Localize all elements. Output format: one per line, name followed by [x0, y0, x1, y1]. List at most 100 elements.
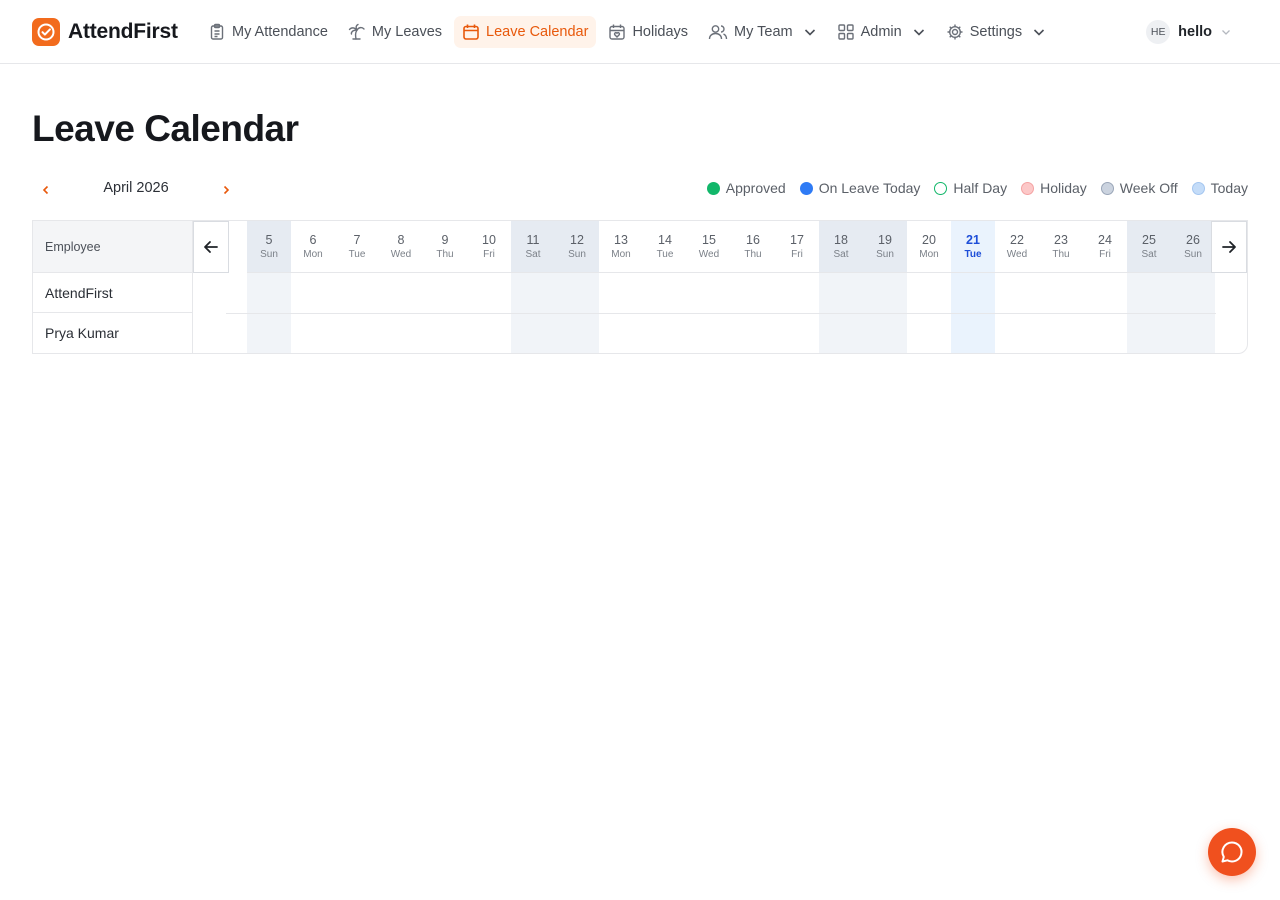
day-header: 19 Sun [863, 221, 907, 273]
previous-month-button[interactable] [37, 181, 55, 199]
nav-label: My Team [734, 24, 793, 40]
legend-today: Today [1191, 180, 1248, 196]
day-weekday: Tue [964, 248, 982, 260]
day-column-23: 23 Thu [1039, 221, 1083, 353]
on-leave-today-swatch [799, 181, 813, 195]
page-title: Leave Calendar [32, 108, 299, 149]
nav-label: My Leaves [371, 24, 443, 40]
users-icon [708, 25, 728, 40]
legend-label: Week Off [1119, 180, 1178, 196]
chevron-down-icon [1222, 30, 1230, 35]
day-weekday: Mon [611, 248, 631, 260]
employee-row[interactable]: Prya Kumar [33, 313, 192, 353]
palm-tree-icon [348, 23, 365, 40]
employee-header: Employee [33, 221, 192, 273]
chat-button[interactable] [1208, 828, 1256, 876]
nav-leave-calendar[interactable]: Leave Calendar [454, 16, 597, 48]
day-header: 21 Tue [951, 221, 995, 273]
nav-my-leaves[interactable]: My Leaves [340, 16, 450, 48]
day-weekday: Thu [436, 248, 454, 260]
day-column-19: 19 Sun [863, 221, 907, 353]
approved-swatch [706, 181, 720, 195]
day-column-12: 12 Sun [555, 221, 599, 353]
nav-my-attendance[interactable]: My Attendance [200, 16, 336, 48]
day-column-16: 16 Thu [731, 221, 775, 353]
clipboard-icon [210, 23, 224, 40]
day-weekday: Mon [919, 248, 939, 260]
day-number: 22 [1010, 232, 1024, 247]
day-header: 8 Wed [379, 221, 423, 273]
user-menu[interactable]: HE hello [1146, 20, 1232, 44]
day-number: 18 [834, 232, 848, 247]
nav-label: Leave Calendar [486, 24, 589, 40]
calendar-legend: Approved On Leave Today Half Day Holiday… [706, 180, 1248, 196]
employee-row[interactable]: AttendFirst [33, 273, 192, 313]
day-weekday: Fri [791, 248, 803, 260]
day-header: 24 Fri [1083, 221, 1127, 273]
day-header: 14 Tue [643, 221, 687, 273]
legend-on-leave-today: On Leave Today [799, 180, 921, 196]
calendar-icon [463, 24, 479, 40]
nav-admin[interactable]: Admin [829, 16, 934, 48]
day-weekday: Wed [390, 248, 412, 260]
day-column-15: 15 Wed [687, 221, 731, 353]
day-weekday: Thu [744, 248, 762, 260]
day-weekday: Tue [656, 248, 674, 260]
legend-label: Today [1210, 180, 1248, 196]
day-header: 17 Fri [775, 221, 819, 273]
day-header: 22 Wed [995, 221, 1039, 273]
day-header: 10 Fri [467, 221, 511, 273]
day-columns: 5 Sun 6 Mon 7 Tue 8 Wed 9 Thu 10 Fri 11 Sat 12 Sun 13 Mon… [226, 221, 1216, 353]
week-off-swatch [1100, 181, 1114, 195]
app-logo[interactable]: AttendFirst [32, 18, 178, 46]
day-header: 6 Mon [291, 221, 335, 273]
day-number: 15 [702, 232, 716, 247]
day-header: 12 Sun [555, 221, 599, 273]
legend-label: Approved [725, 180, 786, 196]
day-weekday: Sun [876, 248, 894, 260]
day-number: 11 [526, 232, 540, 247]
day-number: 7 [353, 232, 361, 247]
day-column-8: 8 Wed [379, 221, 423, 353]
user-name: hello [1178, 24, 1212, 40]
day-number: 19 [878, 232, 892, 247]
avatar: HE [1146, 20, 1171, 44]
nav-my-team[interactable]: My Team [700, 16, 825, 48]
chevron-left-icon [42, 185, 49, 195]
nav-holidays[interactable]: Holidays [600, 16, 696, 48]
day-weekday: Sun [1184, 248, 1202, 260]
day-header: 11 Sat [511, 221, 555, 273]
scroll-left-button[interactable] [193, 221, 229, 273]
legend-label: On Leave Today [818, 180, 921, 196]
day-column-13: 13 Mon [599, 221, 643, 353]
gear-icon [947, 24, 963, 40]
legend-approved: Approved [706, 180, 786, 196]
day-number: 20 [922, 232, 936, 247]
day-number: 10 [482, 232, 496, 247]
day-number: 26 [1186, 232, 1200, 247]
day-column-25: 25 Sat [1127, 221, 1171, 353]
day-number: 25 [1142, 232, 1156, 247]
day-header: 25 Sat [1127, 221, 1171, 273]
day-column-21: 21 Tue [951, 221, 995, 353]
day-number: 24 [1098, 232, 1112, 247]
legend-holiday: Holiday [1021, 180, 1087, 196]
nav-label: Admin [860, 24, 902, 40]
app-name: AttendFirst [68, 20, 178, 43]
day-header: 23 Thu [1039, 221, 1083, 273]
day-column-14: 14 Tue [643, 221, 687, 353]
day-column-6: 6 Mon [291, 221, 335, 353]
chevron-down-icon [1034, 29, 1045, 36]
day-number: 13 [614, 232, 628, 247]
scroll-right-button[interactable] [1211, 221, 1247, 273]
day-column-10: 10 Fri [467, 221, 511, 353]
day-column-9: 9 Thu [423, 221, 467, 353]
nav-settings[interactable]: Settings [938, 16, 1054, 48]
next-month-button[interactable] [217, 181, 235, 199]
day-number: 8 [397, 232, 405, 247]
day-column-24: 24 Fri [1083, 221, 1127, 353]
top-navigation-bar: AttendFirst My Attendance My Leaves Leav… [0, 0, 1280, 64]
grid-icon [837, 24, 854, 40]
day-number: 5 [265, 232, 273, 247]
nav-label: Holidays [632, 24, 689, 40]
